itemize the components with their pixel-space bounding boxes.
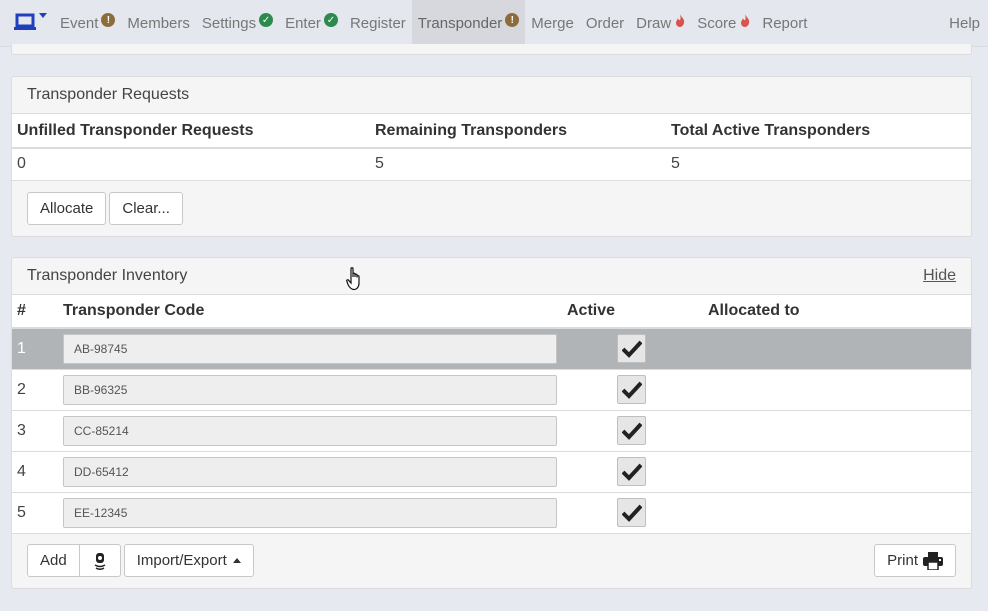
row-number: 3 (12, 410, 58, 452)
active-checkbox[interactable] (617, 416, 646, 445)
check-icon (621, 504, 642, 522)
active-checkbox[interactable] (617, 375, 646, 404)
panel-heading: Transponder Requests (12, 77, 971, 114)
table-row[interactable]: 1 (12, 328, 971, 370)
transponder-icon (94, 552, 106, 570)
column-header: Allocated to (703, 295, 971, 329)
check-icon (621, 463, 642, 481)
add-button[interactable]: Add (27, 544, 80, 577)
panel-footer: Add Import/Export Print (12, 534, 971, 588)
panel-title: Transponder Inventory (27, 267, 188, 284)
row-number: 4 (12, 451, 58, 493)
nav-item-register[interactable]: Register (344, 0, 412, 46)
printer-icon (923, 551, 943, 570)
active-checkbox[interactable] (617, 334, 646, 364)
add-button-group: Add (27, 544, 121, 577)
table-row: 0 5 5 (12, 148, 971, 181)
nav-item-settings[interactable]: Settings ✓ (196, 0, 279, 46)
nav-item-merge[interactable]: Merge (525, 0, 580, 46)
column-header: Remaining Transponders (370, 114, 666, 149)
allocated-to-cell (703, 369, 971, 411)
column-header: Active (562, 295, 703, 329)
transponder-code-input[interactable] (63, 456, 557, 487)
fire-icon (676, 13, 685, 27)
brand-menu-button[interactable] (0, 0, 54, 46)
active-checkbox[interactable] (617, 457, 646, 486)
check-circle-icon: ✓ (323, 13, 338, 27)
nav-item-transponder[interactable]: Transponder ! (411, 0, 526, 46)
column-header: # (12, 295, 58, 329)
laptop-icon (14, 13, 36, 30)
row-number: 5 (12, 492, 58, 534)
panel-title: Transponder Requests (27, 86, 190, 103)
nav-item-enter[interactable]: Enter ✓ (279, 0, 344, 46)
chevron-down-icon (39, 13, 47, 18)
allocated-to-cell (703, 492, 971, 534)
active-checkbox[interactable] (617, 498, 646, 527)
scan-button[interactable] (79, 544, 121, 577)
table-row[interactable]: 5 (12, 492, 971, 534)
panel-heading: Transponder Inventory Hide (12, 258, 971, 295)
requests-table: Unfilled Transponder Requests Remaining … (12, 114, 971, 181)
transponder-requests-panel: Transponder Requests Unfilled Transponde… (11, 76, 972, 237)
warning-icon: ! (101, 13, 116, 27)
table-row[interactable]: 3 (12, 410, 971, 452)
table-row[interactable]: 4 (12, 451, 971, 493)
panel-footer: Allocate Clear... (12, 181, 971, 236)
check-icon (621, 422, 642, 440)
previous-panel-bottom (11, 44, 972, 55)
unfilled-requests-value: 0 (12, 148, 370, 181)
column-header: Total Active Transponders (666, 114, 971, 149)
transponder-inventory-panel: Transponder Inventory Hide # Transponder… (11, 257, 972, 589)
column-header: Unfilled Transponder Requests (12, 114, 370, 149)
transponder-code-input[interactable] (63, 333, 557, 364)
top-navbar: Event ! Members Settings ✓ Enter ✓ Regis… (0, 0, 988, 47)
nav-item-draw[interactable]: Draw (630, 0, 691, 46)
transponder-code-input[interactable] (63, 415, 557, 446)
transponder-code-input[interactable] (63, 374, 557, 405)
check-icon (621, 340, 642, 358)
transponder-code-input[interactable] (63, 497, 557, 528)
remaining-transponders-value: 5 (370, 148, 666, 181)
row-number: 1 (12, 328, 58, 370)
print-button[interactable]: Print (874, 544, 956, 577)
row-number: 2 (12, 369, 58, 411)
fire-icon (741, 13, 750, 27)
allocated-to-cell (703, 451, 971, 493)
allocated-to-cell (703, 410, 971, 452)
total-active-transponders-value: 5 (666, 148, 971, 181)
nav-item-members[interactable]: Members (121, 0, 196, 46)
allocated-to-cell (703, 328, 971, 370)
nav-item-event[interactable]: Event ! (54, 0, 121, 46)
inventory-table: # Transponder Code Active Allocated to 1… (12, 295, 971, 534)
warning-icon: ! (505, 13, 520, 27)
caret-up-icon (232, 558, 241, 563)
nav-item-report[interactable]: Report (756, 0, 813, 46)
check-circle-icon: ✓ (259, 13, 274, 27)
table-row[interactable]: 2 (12, 369, 971, 411)
nav-item-score[interactable]: Score (691, 0, 756, 46)
clear-button[interactable]: Clear... (109, 191, 183, 225)
hand-cursor-icon (346, 267, 360, 291)
nav-item-help[interactable]: Help (949, 0, 988, 46)
hide-link[interactable]: Hide (923, 267, 956, 285)
column-header: Transponder Code (58, 295, 562, 329)
nav-item-order[interactable]: Order (580, 0, 630, 46)
import-export-button[interactable]: Import/Export (123, 544, 254, 577)
allocate-button[interactable]: Allocate (27, 191, 107, 225)
check-icon (621, 381, 642, 399)
